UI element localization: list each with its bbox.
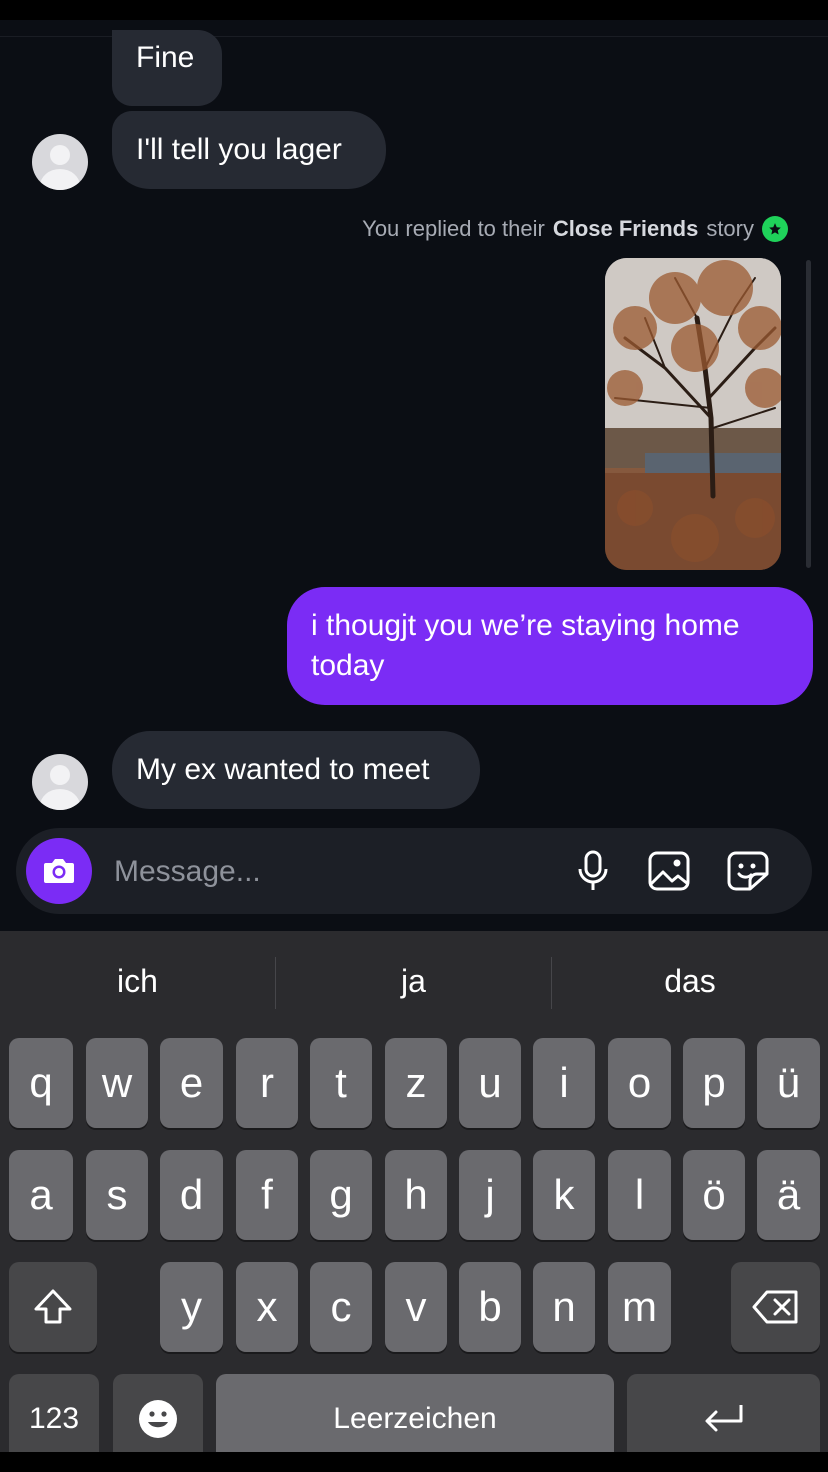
key[interactable]: b — [459, 1262, 521, 1352]
key[interactable]: ü — [757, 1038, 820, 1128]
key[interactable]: t — [310, 1038, 372, 1128]
key[interactable]: ö — [683, 1150, 745, 1240]
sticker-button[interactable] — [724, 847, 772, 895]
camera-button[interactable] — [26, 838, 92, 904]
message-incoming-ex[interactable]: My ex wanted to meet — [112, 731, 480, 809]
message-outgoing[interactable]: i thougjt you we’re staying home today — [287, 587, 813, 705]
status-bar — [0, 0, 828, 20]
message-incoming-fine[interactable]: Fine — [112, 30, 222, 106]
key[interactable]: n — [533, 1262, 595, 1352]
image-icon — [648, 851, 690, 891]
microphone-button[interactable] — [569, 847, 617, 895]
key[interactable]: y — [160, 1262, 223, 1352]
suggestion-1[interactable]: ich — [0, 931, 275, 1031]
message-composer — [16, 828, 812, 914]
sticker-icon — [727, 851, 769, 891]
message-input[interactable] — [112, 848, 556, 896]
message-text: I'll tell you lager — [136, 133, 342, 166]
return-key[interactable] — [627, 1374, 820, 1464]
key[interactable]: k — [533, 1150, 595, 1240]
message-text: i thougjt you we’re staying home today — [311, 609, 740, 682]
message-text: Fine — [136, 41, 195, 74]
gallery-button[interactable] — [645, 847, 693, 895]
key[interactable]: e — [160, 1038, 223, 1128]
story-reply-suffix: story — [706, 216, 754, 241]
key[interactable]: l — [608, 1150, 671, 1240]
key[interactable]: q — [9, 1038, 73, 1128]
space-key[interactable]: Leerzeichen — [216, 1374, 614, 1464]
key[interactable]: a — [9, 1150, 73, 1240]
key[interactable]: r — [236, 1038, 298, 1128]
close-friends-star-icon — [762, 216, 788, 242]
microphone-icon — [578, 850, 608, 890]
message-text: My ex wanted to meet — [136, 753, 430, 786]
message-incoming-later[interactable]: I'll tell you lager — [112, 111, 386, 189]
story-thumbnail[interactable] — [605, 258, 781, 570]
key[interactable]: c — [310, 1262, 372, 1352]
key[interactable]: g — [310, 1150, 372, 1240]
key[interactable]: p — [683, 1038, 745, 1128]
emoji-icon — [139, 1400, 177, 1438]
key[interactable]: x — [236, 1262, 298, 1352]
key[interactable]: h — [385, 1150, 447, 1240]
numbers-key[interactable]: 123 — [9, 1374, 99, 1464]
avatar[interactable] — [32, 754, 88, 810]
return-icon — [705, 1405, 742, 1432]
story-reply-prefix: You replied to their — [362, 216, 545, 241]
key[interactable]: f — [236, 1150, 298, 1240]
key[interactable]: u — [459, 1038, 521, 1128]
suggestion-2[interactable]: ja — [276, 931, 551, 1031]
key[interactable]: ä — [757, 1150, 820, 1240]
key[interactable]: z — [385, 1038, 447, 1128]
keyboard: ich ja das q w e r t z u i o p ü a s d f… — [0, 931, 828, 1464]
emoji-key[interactable] — [113, 1374, 203, 1464]
key[interactable]: s — [86, 1150, 148, 1240]
key[interactable]: i — [533, 1038, 595, 1128]
shift-key[interactable] — [9, 1262, 97, 1352]
close-friends-label: Close Friends — [552, 216, 699, 241]
key[interactable]: w — [86, 1038, 148, 1128]
key[interactable]: v — [385, 1262, 447, 1352]
scrollbar[interactable] — [806, 260, 811, 568]
avatar[interactable] — [32, 134, 88, 190]
story-reply-note: You replied to their Close Friends story — [362, 216, 788, 242]
backspace-icon — [752, 1290, 797, 1324]
suggestion-3[interactable]: das — [552, 931, 828, 1031]
home-indicator-area — [0, 1452, 828, 1472]
backspace-key[interactable] — [731, 1262, 820, 1352]
key[interactable]: j — [459, 1150, 521, 1240]
key[interactable]: d — [160, 1150, 223, 1240]
key[interactable]: o — [608, 1038, 671, 1128]
camera-icon — [44, 859, 74, 883]
key[interactable]: m — [608, 1262, 671, 1352]
shift-icon — [34, 1289, 72, 1324]
